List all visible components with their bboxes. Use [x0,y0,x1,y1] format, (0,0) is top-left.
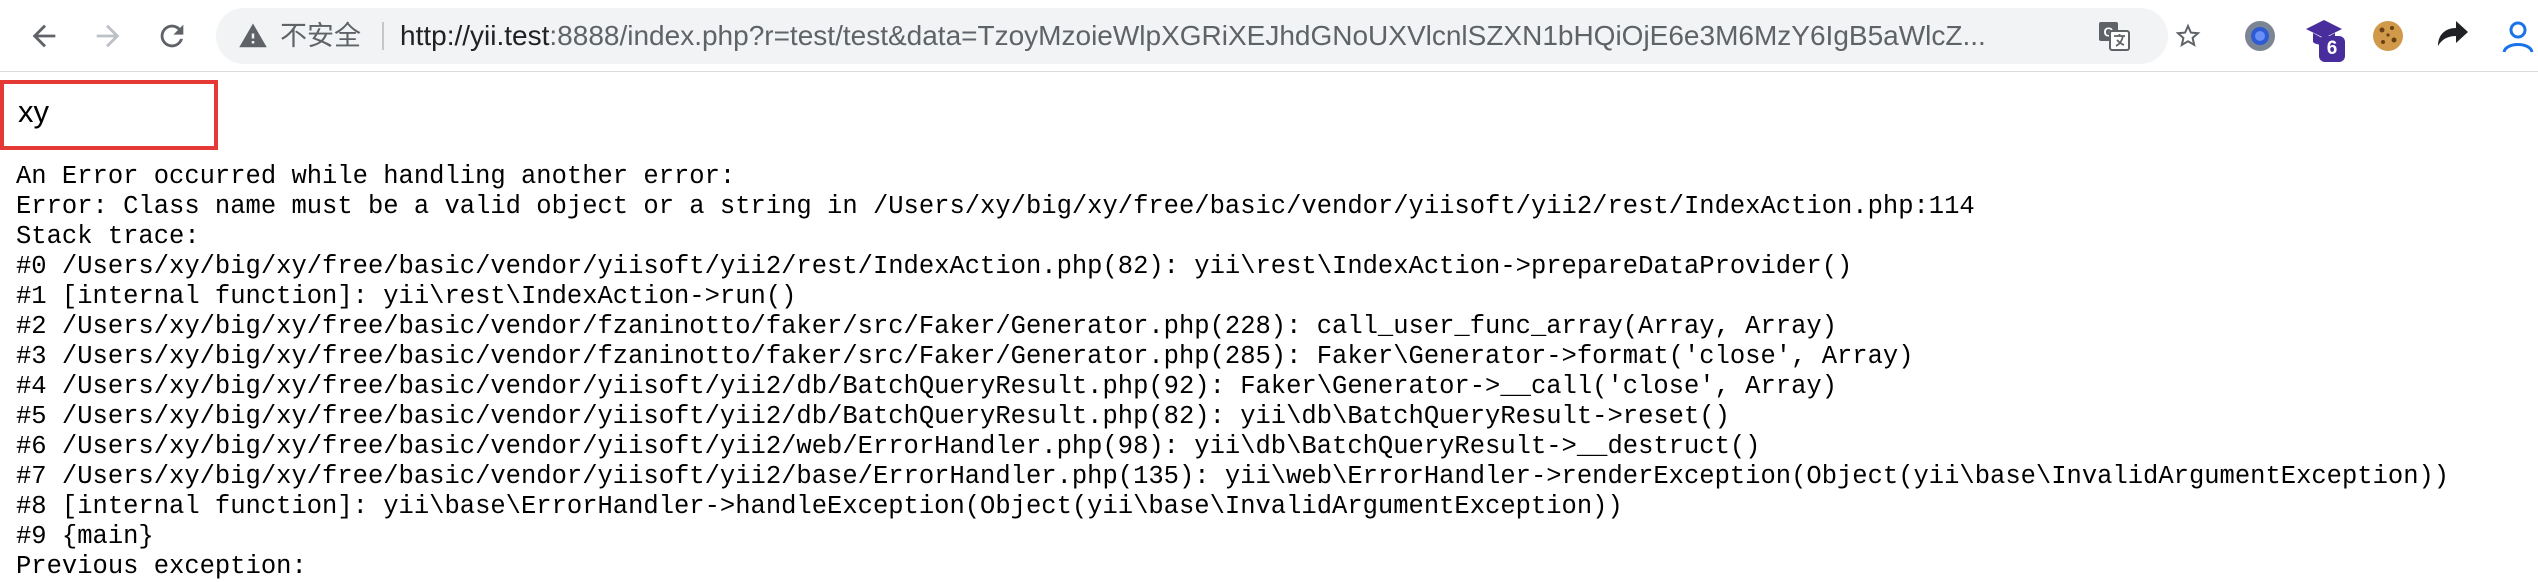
forward-button[interactable] [83,11,133,61]
error-message: Error: Class name must be a valid object… [16,192,1975,221]
stack-trace-label: Stack trace: [16,222,200,251]
stack-frame-9: #9 {main} [16,522,154,551]
url-text[interactable]: http://yii.test:8888/index.php?r=test/te… [400,8,2298,64]
back-icon [32,24,56,48]
stack-frame-6: #6 /Users/xy/big/xy/free/basic/vendor/yi… [16,432,1761,461]
url-host: http://yii.test [400,20,550,51]
extension-circle-icon[interactable] [2240,16,2280,56]
back-button[interactable] [19,11,69,61]
url-path: :8888/index.php?r=test/test&data=TzoyMzo… [549,20,1986,51]
stack-frame-3: #3 /Users/xy/big/xy/free/basic/vendor/fz… [16,342,1914,371]
reload-icon [160,24,184,48]
forward-icon [96,24,120,48]
not-secure-label[interactable]: 不安全 [280,8,361,64]
error-stack-trace: An Error occurred while handling another… [16,162,2449,582]
stack-frame-5: #5 /Users/xy/big/xy/free/basic/vendor/yi… [16,402,1730,431]
profile-icon[interactable] [2498,16,2538,56]
output-text: xy [18,94,49,129]
cookie-icon[interactable] [2368,16,2408,56]
stack-frame-2: #2 /Users/xy/big/xy/free/basic/vendor/fz… [16,312,1837,341]
extension-badge: 6 [2319,36,2345,62]
address-bar[interactable]: 不安全 http://yii.test:8888/index.php?r=tes… [216,8,2201,64]
browser-toolbar: 不安全 http://yii.test:8888/index.php?r=tes… [0,0,2538,72]
translate-icon[interactable]: G [2098,21,2130,51]
warning-icon [239,23,267,48]
stack-frame-1: #1 [internal function]: yii\rest\IndexAc… [16,282,797,311]
redirect-arrow-icon[interactable] [2432,16,2472,56]
address-divider [382,22,384,50]
error-heading: An Error occurred while handling another… [16,162,736,191]
stack-frame-7: #7 /Users/xy/big/xy/free/basic/vendor/yi… [16,462,2450,491]
previous-exception-label: Previous exception: [16,552,307,581]
highlighted-output-box: xy [0,80,218,150]
star-icon[interactable] [2160,8,2216,64]
stack-frame-0: #0 /Users/xy/big/xy/free/basic/vendor/yi… [16,252,1853,281]
stack-frame-4: #4 /Users/xy/big/xy/free/basic/vendor/yi… [16,372,1837,401]
reload-button[interactable] [147,11,197,61]
stack-frame-8: #8 [internal function]: yii\base\ErrorHa… [16,492,1623,521]
